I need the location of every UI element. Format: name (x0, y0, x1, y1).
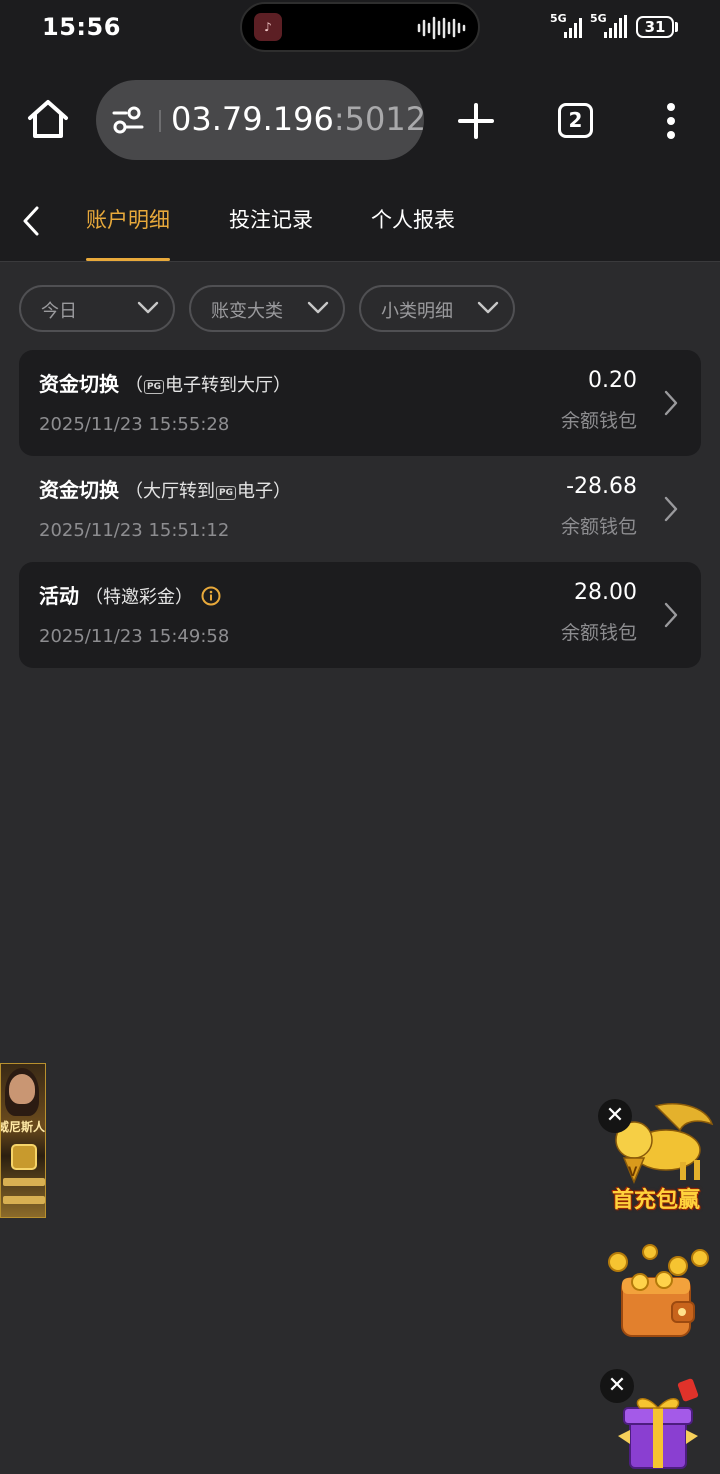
list-item[interactable]: 活动 （特邀彩金） 2025/11/23 15:49:58 28.00 余额钱包 (19, 562, 701, 668)
active-tab-indicator (86, 258, 170, 261)
chevron-right-icon (664, 390, 678, 416)
record-amount: -28.68 (566, 474, 637, 499)
side-ad-bar (3, 1196, 45, 1204)
tab-switcher-button[interactable]: 2 (558, 103, 593, 138)
close-promo-button[interactable]: ✕ (598, 1099, 632, 1133)
side-ad-logo-icon (11, 1144, 37, 1170)
battery-tip (675, 22, 678, 32)
url-divider (159, 110, 161, 132)
tab-personal-report[interactable]: 个人报表 (371, 204, 455, 234)
side-ad-label: 威尼斯人 (0, 1120, 46, 1134)
chevron-down-icon (477, 301, 499, 314)
svg-text:V: V (628, 1163, 638, 1179)
record-wallet: 余额钱包 (560, 410, 637, 432)
record-time: 2025/11/23 15:49:58 (39, 626, 230, 647)
record-time: 2025/11/23 15:51:12 (39, 520, 230, 541)
page-header: 账户明细 投注记录 个人报表 (0, 180, 720, 262)
audio-waveform-icon (417, 16, 466, 40)
browser-toolbar: 03.79.196:5012 2 (0, 56, 720, 180)
filter-category[interactable]: 账变大类 (189, 285, 345, 332)
first-deposit-label: 首充包赢 (611, 1188, 700, 1213)
info-icon[interactable] (201, 586, 221, 606)
filter-date-label: 今日 (41, 301, 77, 322)
record-amount: 28.00 (574, 580, 637, 605)
record-wallet: 余额钱包 (560, 622, 637, 644)
filter-subcategory-label: 小类明细 (381, 301, 453, 322)
pg-logo-icon: PG (216, 486, 236, 500)
tab-account-details[interactable]: 账户明细 (86, 204, 170, 234)
music-app-icon: ♪ (254, 13, 282, 41)
battery-icon: 31 (636, 16, 674, 38)
record-wallet: 余额钱包 (560, 516, 637, 538)
address-bar[interactable]: 03.79.196:5012 (96, 80, 424, 160)
back-arrow-icon[interactable] (20, 204, 42, 238)
filter-date[interactable]: 今日 (19, 285, 175, 332)
chevron-down-icon (307, 301, 329, 314)
chevron-right-icon (664, 602, 678, 628)
more-menu-icon[interactable] (664, 102, 678, 140)
wallet-promo[interactable] (600, 1244, 712, 1344)
list-item[interactable]: 资金切换（PG 电子转到大厅） 2025/11/23 15:55:28 0.20 … (19, 350, 701, 456)
filter-subcategory[interactable]: 小类明细 (359, 285, 515, 332)
home-button[interactable] (26, 98, 70, 140)
close-gift-button[interactable]: ✕ (600, 1369, 634, 1403)
record-title: 资金切换（PG 电子转到大厅） (39, 372, 291, 396)
record-time: 2025/11/23 15:55:28 (39, 414, 230, 435)
list-item[interactable]: 资金切换 （大厅转到 PG 电子） 2025/11/23 15:51:12 -28.6… (19, 456, 701, 562)
side-ad-face (9, 1074, 35, 1104)
side-promo-banner[interactable]: 威尼斯人 (0, 1063, 46, 1218)
tab-bet-records[interactable]: 投注记录 (229, 204, 313, 234)
record-amount: 0.20 (588, 368, 637, 393)
dynamic-island[interactable]: ♪ (240, 2, 480, 52)
coin-wallet-icon (608, 1244, 709, 1337)
record-title: 资金切换 （大厅转到 PG 电子） (39, 478, 291, 502)
record-title: 活动 （特邀彩金） (39, 580, 221, 609)
pg-logo-icon: PG (144, 380, 164, 394)
chevron-right-icon (664, 496, 678, 522)
side-ad-bar (3, 1178, 45, 1186)
site-settings-icon[interactable] (112, 106, 146, 134)
url-text[interactable]: 03.79.196:5012 (171, 100, 424, 138)
new-tab-button[interactable] (457, 102, 495, 140)
filter-category-label: 账变大类 (211, 301, 283, 322)
status-bar: 15:56 ♪ 5G 5G 31 (0, 0, 720, 56)
status-time: 15:56 (42, 13, 121, 41)
chevron-down-icon (137, 301, 159, 314)
